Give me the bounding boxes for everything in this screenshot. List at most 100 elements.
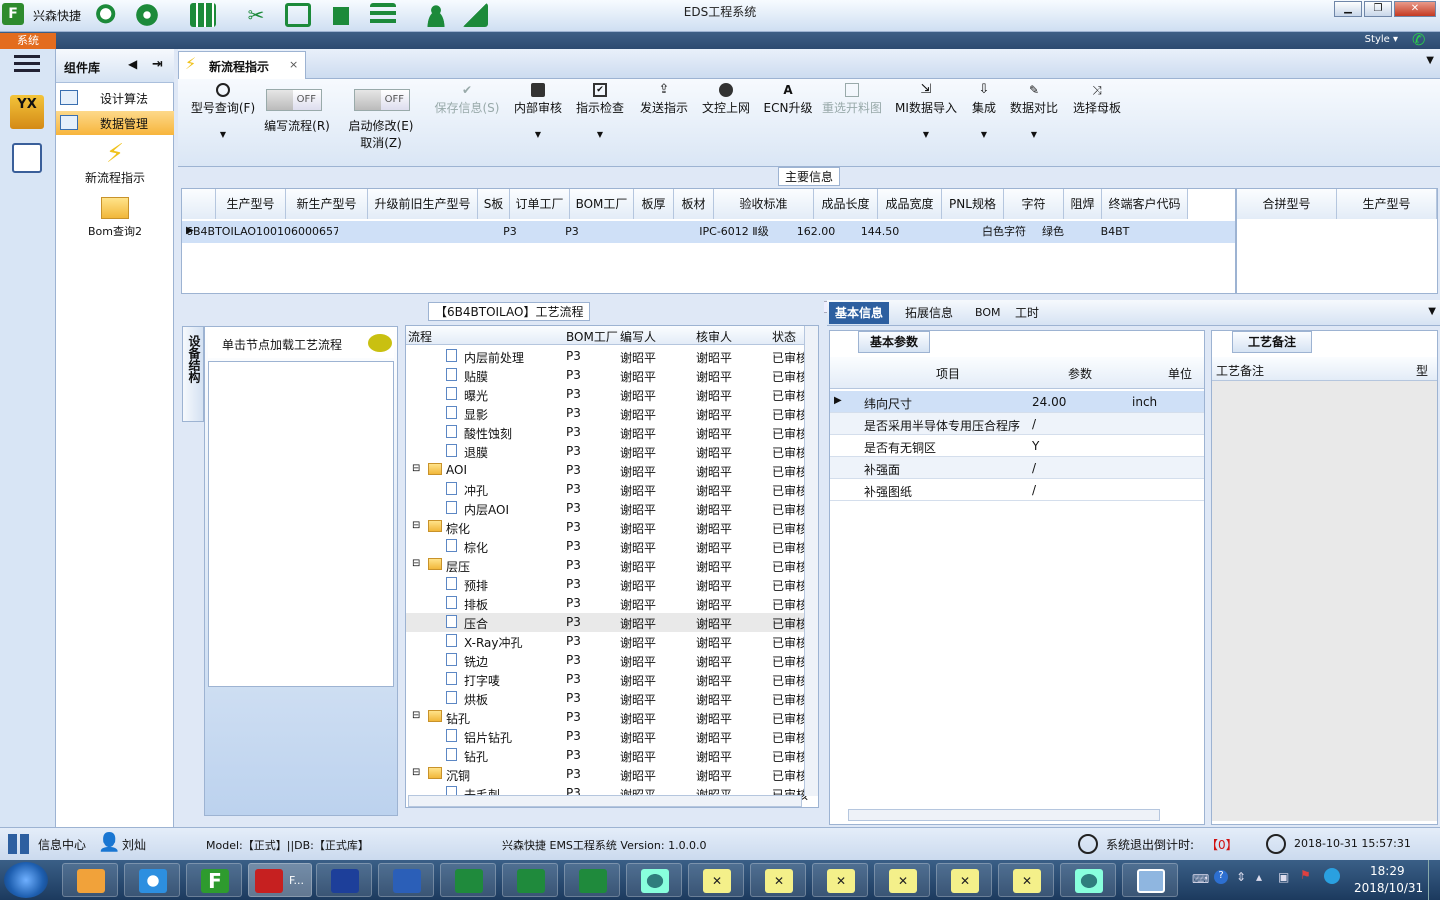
tree-row[interactable]: 钻孔 P3 谢昭平 谢昭平 已审核 [406,746,808,765]
param-row[interactable]: 是否采用半导体专用压合程序 / [830,413,1204,435]
column-header[interactable]: 项目 [936,365,960,382]
column-header[interactable]: 验收标准 [714,189,814,219]
taskbar-app-x-4[interactable]: ✕ [874,863,930,897]
table-row[interactable]: ▶ 6B4BTOILAO10010600065732P3P3IPC-6012 Ⅱ… [182,221,1235,243]
taskbar-app-excel-1[interactable] [440,863,496,897]
tree-row[interactable]: 排板 P3 谢昭平 谢昭平 已审核 [406,594,808,613]
column-header[interactable]: 字符 [1004,189,1064,219]
param-item[interactable]: 是否有无铜区 [864,439,936,456]
select-motherboard-button[interactable]: ⤨ 选择母板 [1070,83,1124,116]
node-list[interactable] [208,361,394,687]
tree-row[interactable]: 酸性蚀刻 P3 谢昭平 谢昭平 已审核 [406,423,808,442]
column-header[interactable]: BOM工厂 [566,328,618,345]
table-cell[interactable]: 144.50 [848,221,912,243]
taskbar-app-excel-2[interactable] [502,863,558,897]
item-new-flow[interactable]: ⚡ 新流程指示 [56,137,174,187]
param-value[interactable]: / [1032,417,1036,431]
taskbar-app-excel-3[interactable] [564,863,620,897]
column-header[interactable]: 成品宽度 [878,189,942,219]
calculator-icon[interactable] [12,143,42,173]
basic-params-tab[interactable]: 基本参数 [858,331,930,353]
param-row[interactable]: ▶ 纬向尺寸 24.00 inch [830,391,1204,413]
nav-item-data-management[interactable]: 数据管理 [56,111,174,135]
tab-work-hours[interactable]: 工时 [1009,302,1045,324]
equipment-structure-tab[interactable]: 设备结构 [182,326,204,422]
column-header[interactable]: 状态 [772,328,796,345]
tree-row[interactable]: 曝光 P3 谢昭平 谢昭平 已审核 [406,385,808,404]
keyboard-icon[interactable]: ⌨ [1192,872,1209,886]
mi-import-button[interactable]: ⇲ MI数据导入 ▼ [892,83,960,140]
param-item[interactable]: 纬向尺寸 [864,395,912,412]
param-value[interactable]: / [1032,483,1036,497]
param-row[interactable]: 补强面 / [830,457,1204,479]
column-header[interactable]: 订单工厂 [510,189,570,219]
doc-control-button[interactable]: 文控上网 [698,83,754,116]
close-button[interactable]: ✕ [1394,1,1436,17]
check-instruction-button[interactable]: ✔ 指示检查 ▼ [572,83,628,139]
table-cell[interactable] [338,221,448,243]
close-tab-icon[interactable]: × [289,58,298,71]
column-header[interactable]: 工艺备注 [1216,362,1264,379]
list-icon[interactable] [370,3,396,27]
maximize-button[interactable]: ❐ [1364,1,1392,17]
taskbar-app-x-6[interactable]: ✕ [998,863,1054,897]
user-icon[interactable] [423,3,449,27]
show-desktop-button[interactable] [1428,860,1440,900]
column-header[interactable]: 参数 [1068,365,1092,382]
taskbar-date[interactable]: 2018/10/31 [1354,881,1423,895]
param-value[interactable]: Y [1032,439,1039,453]
taskbar-app-x-5[interactable]: ✕ [936,863,992,897]
collapse-icon[interactable]: ⊟ [412,463,420,474]
param-unit[interactable]: inch [1132,395,1157,409]
minimize-button[interactable]: ▁ [1334,1,1362,17]
param-value[interactable]: / [1032,461,1036,475]
collapse-icon[interactable]: ⊟ [412,520,420,531]
table-cell[interactable]: 10010600065732 [256,221,338,243]
collapse-icon[interactable]: ⊟ [412,558,420,569]
column-header[interactable]: 板厚 [634,189,674,219]
chevron-down-icon[interactable]: ▼ [1426,55,1434,66]
horizontal-scrollbar[interactable] [408,795,802,807]
tab-extended-info[interactable]: 拓展信息 [899,302,959,324]
table-cell[interactable]: IPC-6012 Ⅱ级 [684,221,784,243]
tree-row[interactable]: ⊟ 钻孔 P3 谢昭平 谢昭平 已审核 [406,708,808,727]
taskbar-app-word[interactable] [378,863,434,897]
phone-icon[interactable]: ✆ [1412,32,1434,49]
taskbar-app-x-1[interactable]: ✕ [688,863,744,897]
film-icon[interactable] [285,3,311,27]
taskbar-time[interactable]: 18:29 [1370,864,1405,878]
network-icon[interactable]: ▣ [1278,870,1289,884]
tree-row[interactable]: 压合 P3 谢昭平 谢昭平 已审核 [406,613,808,632]
column-header[interactable]: 生产型号 [216,189,286,219]
send-instruction-button[interactable]: ⇪ 发送指示 [636,83,692,116]
tree-row[interactable]: 贴膜 P3 谢昭平 谢昭平 已审核 [406,366,808,385]
taskbar-app-monitor[interactable] [1122,863,1178,897]
table-cell[interactable]: 白色字符 [974,221,1034,243]
tab-bom[interactable]: BOM [969,302,1007,324]
chart-icon[interactable] [462,3,488,27]
column-header[interactable]: 单位 [1168,365,1192,382]
collapse-icon[interactable]: ⊟ [412,767,420,778]
integrate-button[interactable]: ⇩ 集成 ▼ [966,83,1002,140]
tree-row[interactable]: 铣边 P3 谢昭平 谢昭平 已审核 [406,651,808,670]
help-icon[interactable]: ? [1214,870,1228,884]
tree-row[interactable]: 退膜 P3 谢昭平 谢昭平 已审核 [406,442,808,461]
table-cell[interactable]: B4BT [1072,221,1158,243]
tray-icon[interactable]: ⇕ [1236,870,1246,884]
tree-row[interactable]: ⊟ 棕化 P3 谢昭平 谢昭平 已审核 [406,518,808,537]
table-cell[interactable] [912,221,974,243]
tree-row[interactable]: 预排 P3 谢昭平 谢昭平 已审核 [406,575,808,594]
column-header[interactable]: S板 [478,189,510,219]
collapse-icon[interactable]: ⊟ [412,710,420,721]
column-header[interactable]: 编写人 [620,328,656,345]
column-header[interactable]: 升级前旧生产型号 [368,189,478,219]
tree-row[interactable]: 铝片钻孔 P3 谢昭平 谢昭平 已审核 [406,727,808,746]
remark-list[interactable] [1212,381,1437,821]
modify-toggle[interactable]: OFF [354,89,410,111]
start-button[interactable] [4,862,48,898]
column-header[interactable]: 型 [1416,362,1428,379]
column-header[interactable]: 阻焊 [1064,189,1102,219]
model-query-button[interactable]: 型号查询(F) ▼ [184,83,262,139]
param-item[interactable]: 是否采用半导体专用压合程序 [864,417,1020,434]
info-center-link[interactable]: 信息中心 [38,836,86,853]
